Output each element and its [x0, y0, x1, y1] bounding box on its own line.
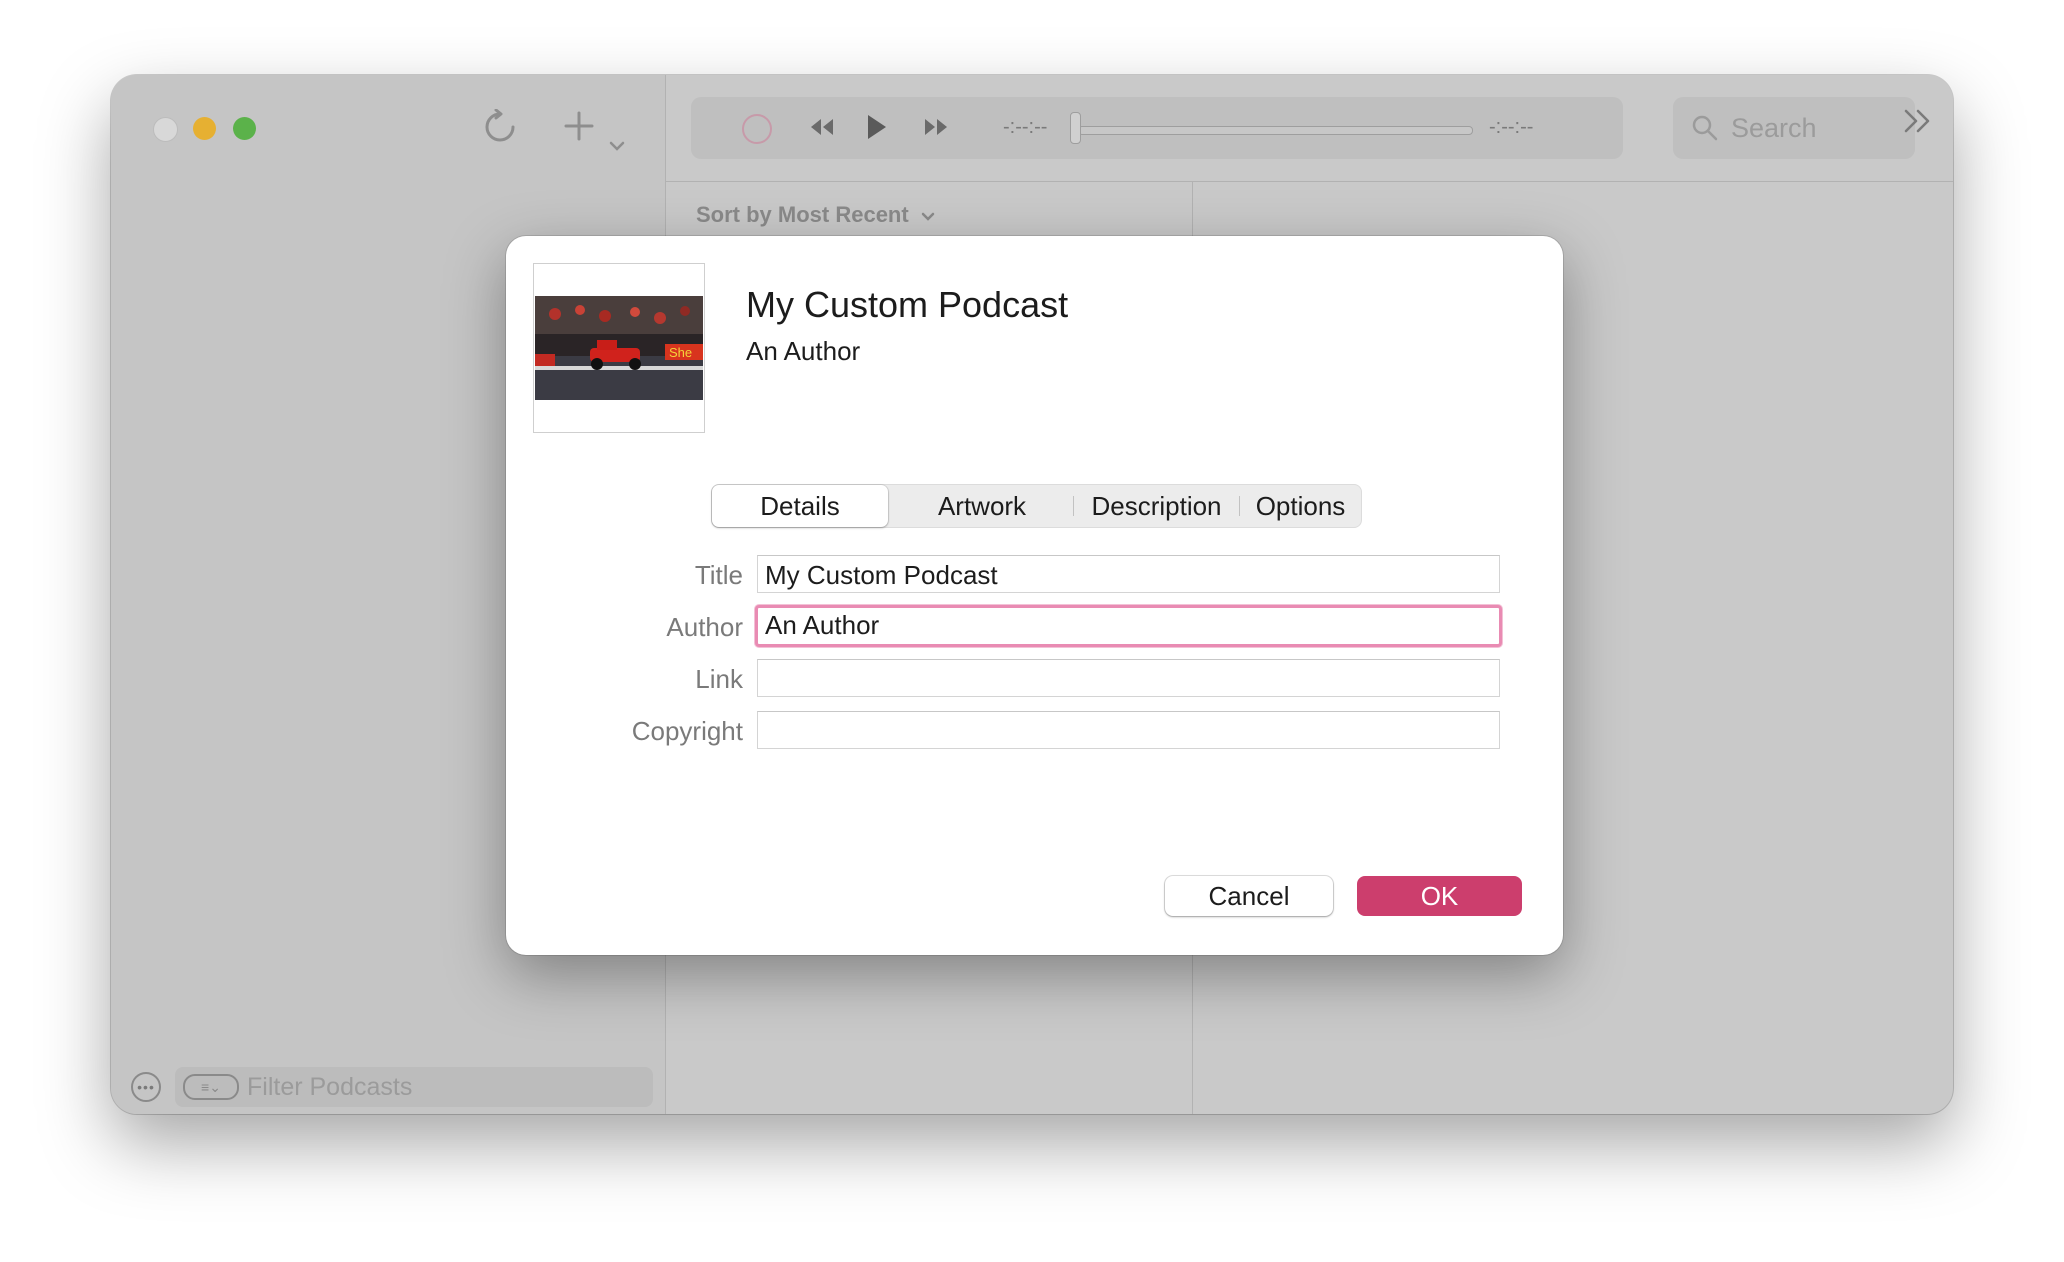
- chevron-down-icon: [921, 202, 935, 228]
- link-field[interactable]: [757, 659, 1500, 697]
- svg-text:She: She: [669, 345, 692, 360]
- minimize-window-button[interactable]: [193, 117, 216, 140]
- podcast-info-dialog: She My Custom Podcast An Author Details …: [506, 236, 1563, 955]
- progress-thumb[interactable]: [1070, 112, 1081, 144]
- progress-track[interactable]: [1078, 126, 1473, 135]
- dialog-podcast-title: My Custom Podcast: [746, 284, 1069, 325]
- title-label: Title: [694, 560, 743, 590]
- filter-icon[interactable]: ≡⌄: [183, 1074, 239, 1100]
- elapsed-time: -:--:--: [1003, 116, 1048, 138]
- tab-options[interactable]: Options: [1240, 485, 1361, 527]
- toolbar: -:--:-- -:--:-- Search: [666, 75, 1953, 182]
- skip-back-icon[interactable]: [809, 115, 835, 144]
- stop-icon[interactable]: [741, 113, 773, 150]
- info-tabs: Details Artwork Description Options: [711, 484, 1362, 528]
- author-field[interactable]: An Author: [755, 605, 1502, 647]
- cancel-button[interactable]: Cancel: [1165, 876, 1333, 916]
- tab-description[interactable]: Description: [1074, 485, 1239, 527]
- search-field[interactable]: Search: [1673, 97, 1915, 159]
- podcast-artwork: She: [533, 263, 705, 433]
- zoom-window-button[interactable]: [233, 117, 256, 140]
- filter-placeholder: Filter Podcasts: [247, 1072, 413, 1101]
- search-icon: [1691, 114, 1719, 142]
- tab-artwork[interactable]: Artwork: [892, 485, 1072, 527]
- filter-podcasts-field[interactable]: ≡⌄ Filter Podcasts: [175, 1067, 653, 1107]
- more-options-icon[interactable]: •••: [131, 1072, 161, 1102]
- author-label: Author: [666, 612, 743, 642]
- title-field[interactable]: My Custom Podcast: [757, 555, 1500, 593]
- add-podcast-icon[interactable]: [564, 111, 594, 147]
- link-label: Link: [695, 664, 743, 694]
- remaining-time: -:--:--: [1489, 116, 1534, 138]
- refresh-icon[interactable]: [483, 108, 517, 151]
- ok-button[interactable]: OK: [1357, 876, 1522, 916]
- tab-details[interactable]: Details: [712, 485, 888, 527]
- play-icon[interactable]: [866, 113, 888, 146]
- copyright-field[interactable]: [757, 711, 1500, 749]
- overflow-chevron-icon[interactable]: [1903, 103, 1933, 141]
- sort-menu[interactable]: Sort by Most Recent: [696, 202, 935, 228]
- chevron-down-icon[interactable]: [609, 121, 625, 157]
- copyright-label: Copyright: [631, 716, 743, 746]
- dialog-podcast-author: An Author: [746, 336, 861, 366]
- skip-forward-icon[interactable]: [923, 115, 949, 144]
- close-window-button[interactable]: [153, 117, 178, 142]
- sort-label: Sort by Most Recent: [696, 202, 909, 227]
- artwork-image: She: [535, 296, 703, 400]
- player-controls: -:--:-- -:--:--: [691, 97, 1623, 159]
- search-placeholder: Search: [1731, 112, 1817, 143]
